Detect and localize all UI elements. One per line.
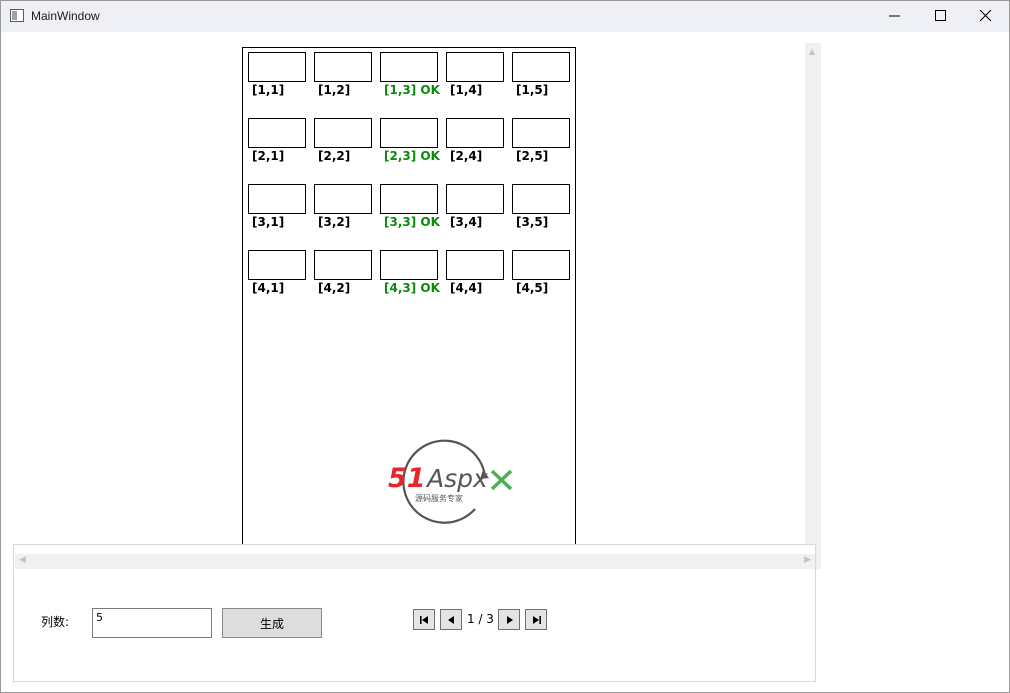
grid-cell	[248, 184, 306, 214]
grid-cell-label: [4,5]	[516, 281, 549, 295]
grid-cell-label: [3,5]	[516, 215, 549, 229]
grid-cell-label: [2,3] OK	[384, 149, 440, 163]
grid-cell	[446, 118, 504, 148]
main-window: MainWindow [1,1] [1,2] [1,3] OK [1,4] [1,5][…	[0, 0, 1010, 693]
grid-cell	[512, 52, 570, 82]
grid-cell-label: [3,1]	[252, 215, 285, 229]
logo-brand-dark: Aspx	[425, 464, 488, 493]
grid-cell-label: [1,2]	[318, 83, 351, 97]
maximize-icon	[935, 10, 946, 21]
grid-cell-label: [1,3] OK	[384, 83, 440, 97]
app-icon	[10, 9, 24, 22]
scroll-up-icon[interactable]: ▲	[809, 47, 815, 56]
grid-cell	[446, 184, 504, 214]
grid-cell	[314, 184, 372, 214]
grid-cell	[512, 118, 570, 148]
grid-cell	[512, 184, 570, 214]
grid-cell-label: [1,1]	[252, 83, 285, 97]
grid-cell	[314, 52, 372, 82]
vertical-scrollbar[interactable]: ▲	[805, 43, 821, 569]
columns-label: 列数:	[41, 615, 70, 629]
scroll-left-icon[interactable]: ◀	[19, 555, 26, 565]
grid-cell	[446, 250, 504, 280]
bottom-panel: ◀ ▶ 列数: 5 生成 1 / 3	[13, 544, 816, 682]
close-icon	[980, 10, 992, 22]
grid-cell	[380, 52, 438, 82]
horizontal-scrollbar[interactable]: ◀ ▶	[15, 554, 815, 569]
client-area: [1,1] [1,2] [1,3] OK [1,4] [1,5] [2,1] [2,2] [2…	[1, 32, 1009, 692]
title-bar[interactable]: MainWindow	[1, 1, 1009, 32]
grid-cell	[380, 118, 438, 148]
generate-button[interactable]: 生成	[222, 608, 322, 638]
next-page-button[interactable]	[498, 609, 520, 630]
grid-cell	[446, 52, 504, 82]
scroll-right-icon[interactable]: ▶	[804, 555, 811, 565]
grid-cell-label: [4,1]	[252, 281, 285, 295]
last-page-icon	[533, 616, 541, 624]
grid-cell	[248, 250, 306, 280]
grid-cell-label: [3,3] OK	[384, 215, 440, 229]
last-page-button[interactable]	[525, 609, 547, 630]
first-page-icon	[420, 616, 428, 624]
grid-cell-label: [3,2]	[318, 215, 351, 229]
minimize-button[interactable]	[872, 1, 918, 32]
grid-cell-label: [2,4]	[450, 149, 483, 163]
prev-page-button[interactable]	[440, 609, 462, 630]
next-page-icon	[507, 616, 513, 624]
grid-cell-label: [1,5]	[516, 83, 549, 97]
window-title: MainWindow	[31, 9, 100, 23]
grid-cell	[248, 118, 306, 148]
grid-cell	[248, 52, 306, 82]
51aspx-logo: 51 Aspx 源码服务专家	[388, 439, 513, 524]
grid-cell-label: [2,2]	[318, 149, 351, 163]
minimize-icon	[889, 15, 900, 17]
grid-cell-label: [2,5]	[516, 149, 549, 163]
close-button[interactable]	[963, 1, 1009, 32]
first-page-button[interactable]	[413, 609, 435, 630]
page-indicator: 1 / 3	[467, 612, 494, 626]
maximize-button[interactable]	[918, 1, 964, 32]
logo-brand-red: 51	[388, 463, 426, 494]
grid-cell-label: [4,3] OK	[384, 281, 440, 295]
grid-cell-label: [4,4]	[450, 281, 483, 295]
grid-cell-label: [4,2]	[318, 281, 351, 295]
logo-tagline: 源码服务专家	[415, 493, 463, 503]
grid-cell	[314, 118, 372, 148]
columns-input[interactable]: 5	[92, 608, 212, 638]
grid-cell-label: [1,4]	[450, 83, 483, 97]
grid-cell	[380, 250, 438, 280]
grid-cell-label: [2,1]	[252, 149, 285, 163]
grid-cell	[380, 184, 438, 214]
prev-page-icon	[448, 616, 454, 624]
grid-cell-label: [3,4]	[450, 215, 483, 229]
grid-cell	[314, 250, 372, 280]
grid-cell	[512, 250, 570, 280]
